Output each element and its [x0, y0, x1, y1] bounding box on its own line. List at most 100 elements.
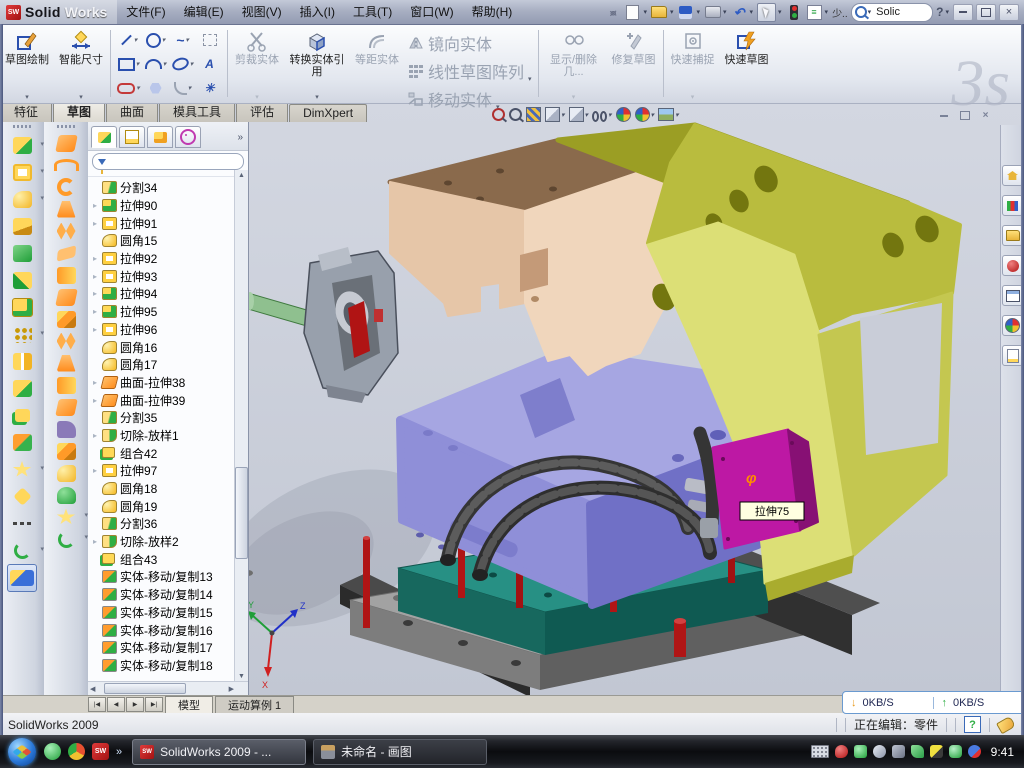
- tree-item[interactable]: ▸ 切除-放样2: [91, 533, 248, 551]
- model-canvas[interactable]: φ X Y Z 拉伸75: [248, 103, 1024, 695]
- fillet-icon[interactable]: [7, 186, 37, 213]
- tab-nav-button[interactable]: ▶|: [145, 697, 163, 712]
- tray-network-icon[interactable]: [911, 745, 924, 758]
- chamfer-icon[interactable]: [7, 213, 37, 240]
- revolved-surface-icon[interactable]: [51, 154, 81, 176]
- pin-icon[interactable]: ⌖: [601, 0, 625, 24]
- tray-sync-icon[interactable]: [968, 745, 981, 758]
- tree-item[interactable]: ▸ 拉伸93: [91, 267, 248, 285]
- file-explorer-icon[interactable]: [1002, 225, 1023, 246]
- solidworks-quicklaunch-icon[interactable]: SW: [92, 743, 109, 760]
- tab-nav-button[interactable]: ▶: [126, 697, 144, 712]
- tree-item[interactable]: ▸ 圆角19: [91, 497, 248, 515]
- extrude-cut-icon[interactable]: [7, 159, 37, 186]
- tree-item[interactable]: ▸ 实体-移动/复制13: [91, 568, 248, 586]
- sketch-button[interactable]: 草图绘制▾: [0, 24, 54, 103]
- untrim-surface-icon[interactable]: [51, 352, 81, 374]
- convert-entities-button[interactable]: 转换实体引用▾: [284, 24, 350, 103]
- custom-properties-icon[interactable]: [1002, 345, 1023, 366]
- toolbar-grip[interactable]: [57, 125, 75, 128]
- tray-warning-icon[interactable]: [930, 745, 943, 758]
- offset-entities-button[interactable]: 等距实体: [350, 24, 404, 103]
- quick-snaps-button[interactable]: 快速捕捉▾: [666, 24, 720, 103]
- select-cursor-icon[interactable]: [757, 3, 776, 22]
- tree-item[interactable]: ▸ 分割36: [91, 515, 248, 533]
- move-entities-button[interactable]: 移动实体 ▾: [408, 87, 532, 111]
- tray-update-icon[interactable]: [873, 745, 886, 758]
- hscroll-thumb[interactable]: [104, 683, 186, 694]
- trimmed-surface-icon[interactable]: [51, 176, 81, 198]
- shell-icon[interactable]: [7, 240, 37, 267]
- ellipse-tool[interactable]: ▾: [169, 52, 196, 76]
- delete-face-icon[interactable]: [51, 330, 81, 352]
- ribbon-tab[interactable]: 特征: [0, 101, 52, 122]
- point-tool[interactable]: ✳: [196, 76, 223, 100]
- volume-icon[interactable]: [892, 745, 905, 758]
- toolbar-grip[interactable]: [13, 125, 31, 128]
- view-palette-icon[interactable]: [1002, 285, 1023, 306]
- tree-item[interactable]: ▸ 分割34: [91, 179, 248, 197]
- fillet-surface-icon[interactable]: [51, 462, 81, 484]
- undo-icon[interactable]: ↶: [731, 4, 748, 21]
- search-input[interactable]: [874, 5, 926, 19]
- document-tab[interactable]: 模型: [165, 696, 213, 713]
- display-delete-relations-button[interactable]: 显示/删除几...▾: [541, 24, 607, 103]
- tree-item[interactable]: ▸ 实体-移动/复制14: [91, 586, 248, 604]
- tree-item[interactable]: ▸ 组合42: [91, 444, 248, 462]
- ruled-surface-icon[interactable]: [51, 198, 81, 220]
- tree-item[interactable]: ▸ 分割35: [91, 409, 248, 427]
- vscroll-thumb[interactable]: [235, 467, 248, 559]
- mirror-entities-button[interactable]: 镜向实体: [408, 31, 532, 55]
- expand-arrow-icon[interactable]: ▸: [91, 219, 99, 228]
- graphics-viewport[interactable]: φ X Y Z 拉伸75: [248, 103, 1024, 695]
- swept-surface-icon[interactable]: [51, 132, 81, 154]
- fold-surface-icon[interactable]: [51, 440, 81, 462]
- menu-item[interactable]: 编辑(E): [175, 0, 233, 24]
- help-button[interactable]: ?: [936, 5, 943, 19]
- menu-item[interactable]: 插入(I): [291, 0, 344, 24]
- appearances-scenes-icon[interactable]: [1002, 315, 1023, 336]
- rebuild-traffic-light-icon[interactable]: [786, 4, 803, 21]
- draft-analysis-icon[interactable]: [51, 396, 81, 418]
- quick-launch-app-icon[interactable]: [68, 743, 85, 760]
- tree-item[interactable]: ▸ 组合43: [91, 550, 248, 568]
- messenger-icon[interactable]: [44, 743, 61, 760]
- expand-arrow-icon[interactable]: ▸: [91, 378, 99, 387]
- document-tab[interactable]: 运动算例 1: [215, 696, 294, 713]
- expand-arrow-icon[interactable]: ▸: [91, 201, 99, 210]
- tree-item[interactable]: ▸ 实体-移动/复制17: [91, 639, 248, 657]
- pin-surface-icon[interactable]: [51, 418, 81, 440]
- expand-arrow-icon[interactable]: ▸: [91, 254, 99, 263]
- tree-item[interactable]: ▸ 拉伸96: [91, 321, 248, 339]
- scroll-up-icon[interactable]: ▲: [238, 172, 245, 179]
- combine-feature-icon[interactable]: [7, 402, 37, 429]
- arc-tool[interactable]: ▾: [142, 52, 169, 76]
- move-copy-body-icon[interactable]: [7, 429, 37, 456]
- expand-arrow-icon[interactable]: ▸: [91, 396, 99, 405]
- split-feature-icon[interactable]: [7, 375, 37, 402]
- tree-item[interactable]: ▸ 拉伸97: [91, 462, 248, 480]
- tray-shield-icon[interactable]: [854, 745, 867, 758]
- print-icon[interactable]: [704, 4, 721, 21]
- options-icon[interactable]: ≡: [806, 4, 823, 21]
- tree-item[interactable]: ▸ 圆角16: [91, 338, 248, 356]
- panel-tabs-overflow[interactable]: »: [237, 132, 245, 143]
- start-button[interactable]: [8, 738, 36, 766]
- configuration-manager-tab[interactable]: [147, 126, 173, 148]
- expand-arrow-icon[interactable]: ▸: [91, 537, 99, 546]
- spline-tool[interactable]: ~▾: [169, 28, 196, 52]
- tab-nav-button[interactable]: |◀: [88, 697, 106, 712]
- tab-nav-button[interactable]: ◀: [107, 697, 125, 712]
- plane-icon[interactable]: [7, 483, 37, 510]
- clock[interactable]: 9:41: [987, 745, 1014, 759]
- draft-icon[interactable]: [7, 267, 37, 294]
- scroll-right-icon[interactable]: ▶: [229, 685, 234, 693]
- tree-item[interactable]: ▸ 拉伸91: [91, 214, 248, 232]
- circle-tool[interactable]: ▾: [142, 28, 169, 52]
- feature-manager-tab[interactable]: [91, 126, 117, 148]
- tree-horizontal-scrollbar[interactable]: ◀ ▶: [88, 681, 248, 695]
- tree-item[interactable]: ▸ 切除-放样1: [91, 427, 248, 445]
- repair-sketch-button[interactable]: 修复草图: [607, 24, 661, 103]
- trim-entities-button[interactable]: 剪裁实体▾: [230, 24, 284, 103]
- slot-tool[interactable]: ▾: [115, 76, 142, 100]
